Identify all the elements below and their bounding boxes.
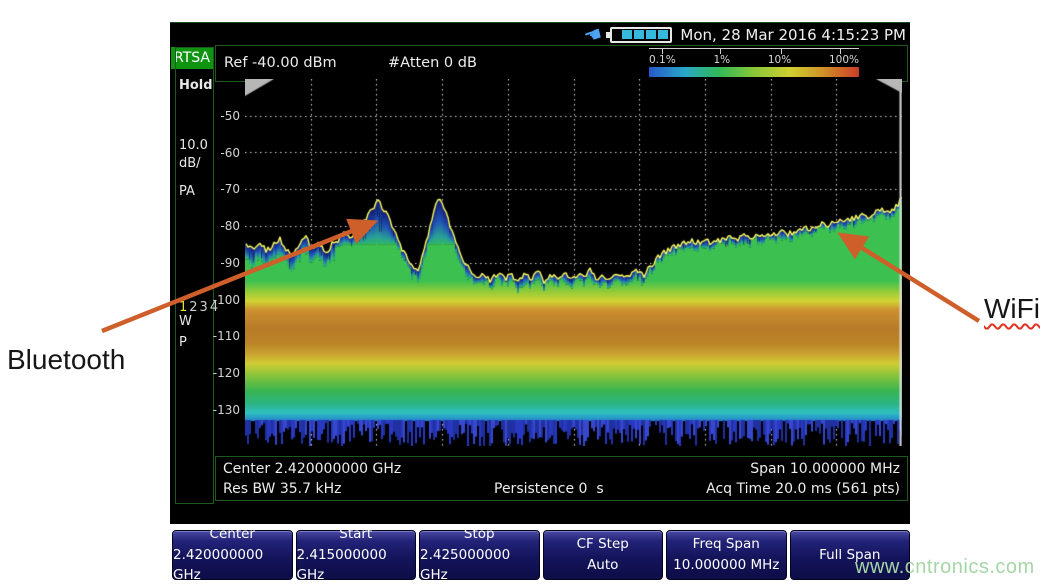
detector-indicator: P	[179, 335, 187, 350]
wifi-label: WiFi	[984, 293, 1040, 325]
color-scale-label: 100%	[829, 54, 859, 66]
color-scale-labels: 0.1% 1% 10% 100%	[649, 54, 859, 67]
softkey-value: 2.415000000 GHz	[297, 545, 416, 587]
ref-level: Ref -40.00 dBm	[224, 55, 337, 71]
softkey-freq-span[interactable]: Freq Span10.000000 MHz	[666, 530, 787, 580]
softkey-value: 2.420000000 GHz	[173, 545, 292, 587]
amplitude-tick-label: -120	[200, 366, 240, 380]
color-scale-ticks	[649, 48, 859, 54]
center-freq-readout: Center 2.420000000 GHz	[223, 461, 401, 477]
softkey-value: 2.425000000 GHz	[420, 545, 539, 587]
spectrum-plot	[245, 79, 902, 446]
amplitude-tick-label: -80	[200, 219, 240, 233]
amplitude-tick-label: -50	[200, 109, 240, 123]
analyzer-screen: ☚ Mon, 28 Mar 2016 4:15:23 PM RTSA Hold …	[170, 22, 910, 524]
battery-bar	[622, 30, 632, 39]
amplitude-tick-label: -100	[200, 293, 240, 307]
softkey-label: Stop	[464, 524, 495, 545]
datetime: Mon, 28 Mar 2016 4:15:23 PM	[680, 26, 906, 44]
acq-time-readout: Acq Time 20.0 ms (561 pts)	[706, 481, 900, 497]
color-scale-label: 1%	[713, 54, 730, 66]
amplitude-tick-label: -70	[200, 182, 240, 196]
density-color-scale: 0.1% 1% 10% 100%	[649, 48, 859, 80]
bluetooth-label: Bluetooth	[7, 344, 125, 376]
amplitude-tick-label: -90	[200, 256, 240, 270]
trace-mode-indicator: W	[179, 314, 192, 329]
softkey-label: Start	[339, 524, 372, 545]
scale-unit: dB/	[179, 156, 201, 171]
amplitude-tick-label: -60	[200, 146, 240, 160]
battery-bar	[634, 30, 644, 39]
softkey-value: 10.000000 MHz	[673, 555, 779, 576]
persistence-readout: Persistence 0 s	[494, 481, 604, 497]
status-bar: ☚ Mon, 28 Mar 2016 4:15:23 PM	[170, 23, 910, 46]
pointer-hand-icon: ☚	[582, 22, 605, 47]
battery-icon	[610, 27, 672, 43]
color-scale-label: 0.1%	[649, 54, 676, 66]
battery-bar	[646, 30, 656, 39]
rbw-readout: Res BW 35.7 kHz	[223, 481, 341, 497]
softkey-cf-step[interactable]: CF StepAuto	[543, 530, 664, 580]
softkey-center[interactable]: Center2.420000000 GHz	[172, 530, 293, 580]
softkey-label: Freq Span	[693, 534, 760, 555]
active-trace: 1	[179, 300, 189, 315]
attenuation: #Atten 0 dB	[388, 55, 477, 71]
watermark: www.cntronics.com	[855, 556, 1035, 579]
page: Bluetooth WiFi ☚ Mon, 28 Mar 2016 4:15:2…	[0, 0, 1047, 587]
softkey-value: Auto	[587, 555, 618, 576]
color-scale-gradient	[649, 67, 859, 77]
softkey-start[interactable]: Start2.415000000 GHz	[296, 530, 417, 580]
softkey-stop[interactable]: Stop2.425000000 GHz	[419, 530, 540, 580]
span-readout: Span 10.000000 MHz	[750, 461, 900, 477]
sweep-hold-indicator: Hold	[179, 78, 213, 93]
measurement-info-panel: Center 2.420000000 GHz Span 10.000000 MH…	[215, 456, 908, 501]
battery-bar	[658, 30, 668, 39]
softkey-label: Center	[210, 524, 255, 545]
preamp-indicator: PA	[179, 184, 195, 199]
softkey-label: CF Step	[577, 534, 629, 555]
settings-panel: Ref -40.00 dBm #Atten 0 dB 0.1% 1% 10% 100%	[215, 45, 908, 82]
softkey-bar: Center2.420000000 GHzStart2.415000000 GH…	[172, 530, 910, 580]
amplitude-tick-label: -130	[200, 403, 240, 417]
amplitude-tick-label: -110	[200, 329, 240, 343]
color-scale-label: 10%	[768, 54, 791, 66]
